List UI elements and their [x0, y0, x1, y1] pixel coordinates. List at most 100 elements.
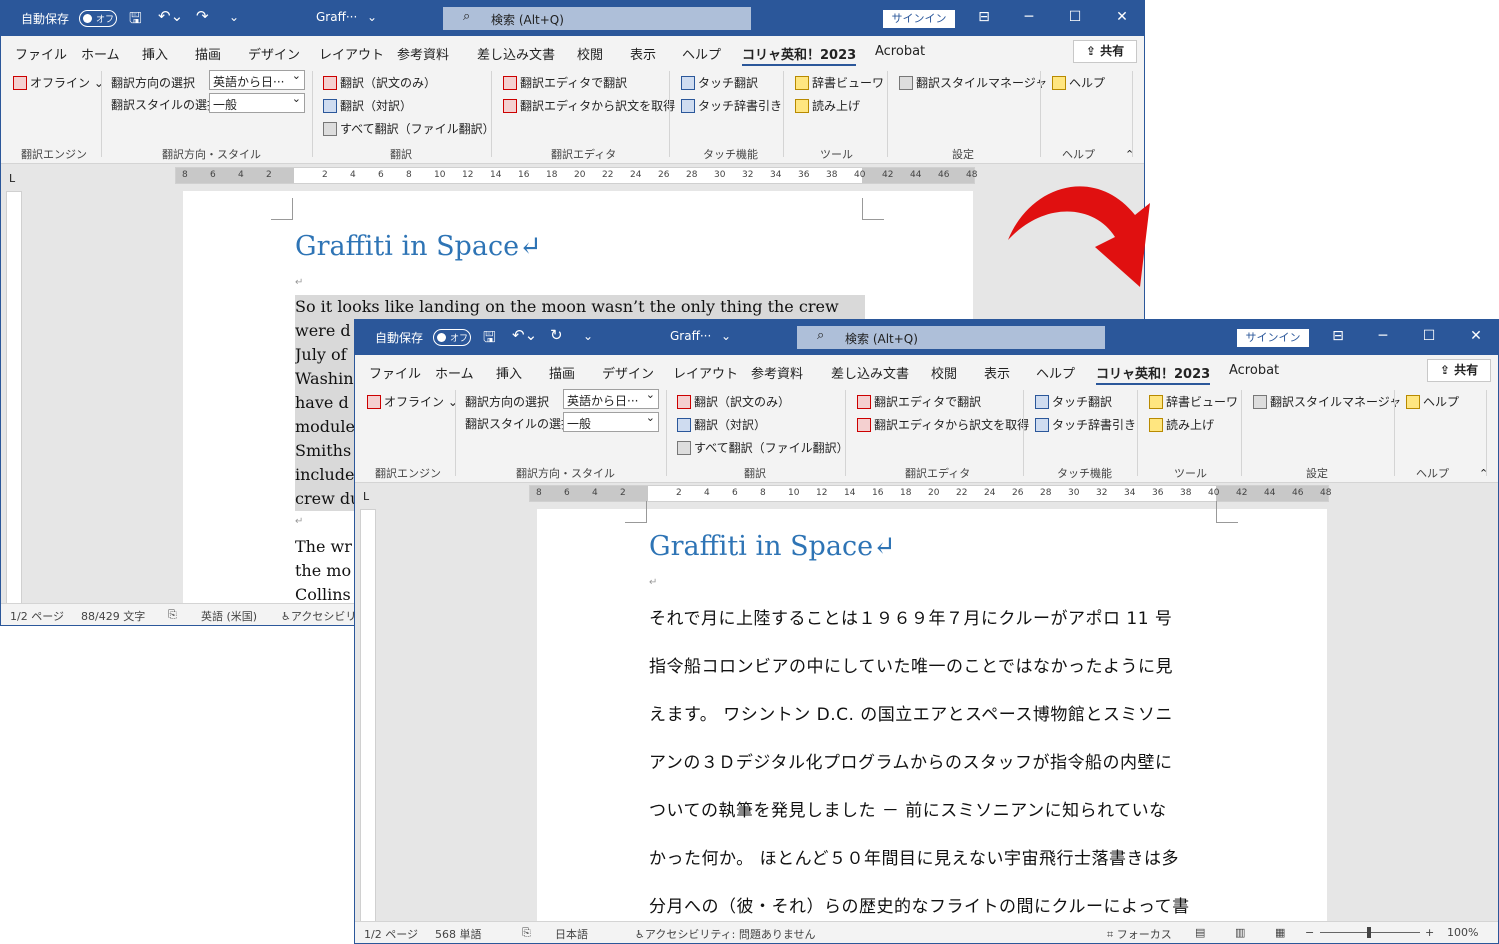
vertical-ruler[interactable] — [6, 191, 22, 606]
editor-translate-button[interactable]: 翻訳エディタで翻訳 — [503, 74, 627, 91]
minimize-icon[interactable]: ─ — [1019, 9, 1039, 25]
translate-only-button[interactable]: 翻訳（訳文のみ） — [677, 393, 790, 410]
language[interactable]: 日本語 — [555, 926, 588, 942]
tab-help[interactable]: ヘルプ — [682, 44, 721, 63]
undo-icon[interactable]: ↶⌄ — [158, 7, 183, 25]
repeat-icon[interactable]: ↻ — [550, 326, 563, 344]
share-button[interactable]: ⇪ 共有 — [1427, 359, 1491, 382]
translate-pair-button[interactable]: 翻訳（対訳） — [677, 416, 766, 433]
offline-button[interactable]: オフライン ⌄ — [13, 74, 104, 91]
tab-view[interactable]: 表示 — [984, 363, 1010, 382]
tab-mailings[interactable]: 差し込み文書 — [477, 44, 555, 63]
collapse-ribbon-icon[interactable]: ⌃ — [1479, 467, 1488, 480]
horizontal-ruler[interactable]: 8 6 4 2 2 4 6 8 10 12 14 16 18 20 22 24 26 28 30 32 34 36 38 40… — [175, 167, 977, 184]
translate-pair-button[interactable]: 翻訳（対訳） — [323, 97, 412, 114]
style-select[interactable]: 一般 — [563, 412, 659, 432]
save-icon[interactable]: 🖫 — [483, 327, 496, 352]
zoom-in-icon[interactable]: + — [1425, 926, 1434, 939]
collapse-ribbon-icon[interactable]: ⌃ — [1125, 148, 1134, 161]
search-box[interactable]: ⌕ 検索 (Alt+Q) — [443, 7, 751, 30]
proofing-icon[interactable]: ⎘ — [168, 608, 177, 622]
read-mode-icon[interactable]: ▤ — [1195, 926, 1205, 939]
tab-design[interactable]: デザイン — [602, 363, 654, 382]
zoom-slider[interactable] — [1320, 927, 1420, 938]
read-aloud-button[interactable]: 読み上げ — [1149, 416, 1214, 433]
proofing-icon[interactable]: ⎘ — [522, 926, 531, 940]
close-icon[interactable]: ✕ — [1466, 328, 1486, 344]
dict-viewer-button[interactable]: 辞書ビューワ — [1149, 393, 1238, 410]
tab-selector-icon[interactable]: L — [363, 490, 369, 503]
print-layout-icon[interactable]: ▥ — [1235, 926, 1245, 939]
tab-koryaeiwa[interactable]: コリャ英和！2023 — [742, 44, 857, 67]
read-aloud-button[interactable]: 読み上げ — [795, 97, 860, 114]
accessibility-status[interactable]: ♿アクセシビリティ: 問題ありません — [635, 926, 816, 942]
minimize-icon[interactable]: ─ — [1373, 328, 1393, 344]
chevron-down-icon[interactable]: ⌄ — [367, 10, 377, 24]
editor-get-button[interactable]: 翻訳エディタから訳文を取得 — [503, 97, 675, 114]
style-manager-button[interactable]: 翻訳スタイルマネージャ — [1253, 393, 1401, 410]
touch-dict-button[interactable]: タッチ辞書引き — [681, 97, 782, 114]
save-icon[interactable]: 🖫 — [129, 8, 142, 33]
horizontal-ruler[interactable]: 8 6 4 2 2 4 6 8 10 12 14 16 18 20 22 24 26 28 30 32 34 36 38 40… — [529, 485, 1331, 502]
undo-icon[interactable]: ↶⌄ — [512, 326, 537, 344]
qat-customize-icon[interactable]: ⌄ — [229, 10, 239, 24]
editor-get-button[interactable]: 翻訳エディタから訳文を取得 — [857, 416, 1029, 433]
tab-layout[interactable]: レイアウト — [673, 363, 738, 382]
focus-button[interactable]: ⌗ フォーカス — [1107, 926, 1172, 942]
tab-layout[interactable]: レイアウト — [319, 44, 384, 63]
tab-insert[interactable]: 挿入 — [142, 44, 168, 63]
offline-button[interactable]: オフライン ⌄ — [367, 393, 458, 410]
tab-review[interactable]: 校閲 — [577, 44, 603, 63]
signin-button[interactable]: サインイン — [883, 10, 955, 28]
tab-mailings[interactable]: 差し込み文書 — [831, 363, 909, 382]
tab-references[interactable]: 参考資料 — [751, 363, 803, 382]
tab-help[interactable]: ヘルプ — [1036, 363, 1075, 382]
autosave-toggle[interactable]: オフ — [433, 329, 471, 346]
zoom-out-icon[interactable]: − — [1305, 926, 1314, 939]
document-title[interactable]: Graff··· — [670, 329, 711, 343]
maximize-icon[interactable]: ☐ — [1419, 328, 1439, 344]
ribbon-display-icon[interactable]: ⊟ — [1328, 328, 1348, 344]
web-layout-icon[interactable]: ▦ — [1275, 926, 1285, 939]
direction-select[interactable]: 英語から日··· — [209, 70, 305, 90]
share-button[interactable]: ⇪ 共有 — [1073, 40, 1137, 63]
ribbon-display-icon[interactable]: ⊟ — [974, 9, 994, 25]
tab-draw[interactable]: 描画 — [195, 44, 221, 63]
translate-all-button[interactable]: すべて翻訳（ファイル翻訳） — [323, 120, 495, 137]
touch-translate-button[interactable]: タッチ翻訳 — [1035, 393, 1112, 410]
tab-draw[interactable]: 描画 — [549, 363, 575, 382]
tab-view[interactable]: 表示 — [630, 44, 656, 63]
language[interactable]: 英語 (米国) — [201, 608, 257, 624]
zoom-level[interactable]: 100% — [1447, 926, 1478, 939]
qat-customize-icon[interactable]: ⌄ — [583, 329, 593, 343]
touch-dict-button[interactable]: タッチ辞書引き — [1035, 416, 1136, 433]
word-count[interactable]: 568 単語 — [435, 926, 482, 942]
tab-references[interactable]: 参考資料 — [397, 44, 449, 63]
help-button[interactable]: ヘルプ — [1406, 393, 1459, 410]
direction-select[interactable]: 英語から日··· — [563, 389, 659, 409]
maximize-icon[interactable]: ☐ — [1065, 9, 1085, 25]
tab-file[interactable]: ファイル — [15, 44, 67, 63]
signin-button[interactable]: サインイン — [1237, 329, 1309, 347]
style-manager-button[interactable]: 翻訳スタイルマネージャ — [899, 74, 1047, 91]
document-page[interactable]: Graffiti in Space↵ ↵ それで月に上陸することは１９６９年７月… — [537, 501, 1327, 923]
help-button[interactable]: ヘルプ — [1052, 74, 1105, 91]
dict-viewer-button[interactable]: 辞書ビューワ — [795, 74, 884, 91]
tab-acrobat[interactable]: Acrobat — [1229, 363, 1279, 378]
autosave-toggle[interactable]: オフ — [79, 10, 117, 27]
chevron-down-icon[interactable]: ⌄ — [721, 329, 731, 343]
zoom-slider-thumb[interactable] — [1367, 927, 1371, 938]
redo-icon[interactable]: ↷ — [196, 7, 209, 25]
translate-all-button[interactable]: すべて翻訳（ファイル翻訳） — [677, 439, 849, 456]
vertical-ruler[interactable] — [360, 509, 376, 922]
page-count[interactable]: 1/2 ページ — [364, 926, 418, 942]
tab-design[interactable]: デザイン — [248, 44, 300, 63]
tab-insert[interactable]: 挿入 — [496, 363, 522, 382]
search-box[interactable]: ⌕ 検索 (Alt+Q) — [797, 326, 1105, 349]
tab-home[interactable]: ホーム — [81, 44, 120, 63]
tab-file[interactable]: ファイル — [369, 363, 421, 382]
tab-review[interactable]: 校閲 — [931, 363, 957, 382]
document-title[interactable]: Graff··· — [316, 10, 357, 24]
editor-translate-button[interactable]: 翻訳エディタで翻訳 — [857, 393, 981, 410]
tab-acrobat[interactable]: Acrobat — [875, 44, 925, 59]
